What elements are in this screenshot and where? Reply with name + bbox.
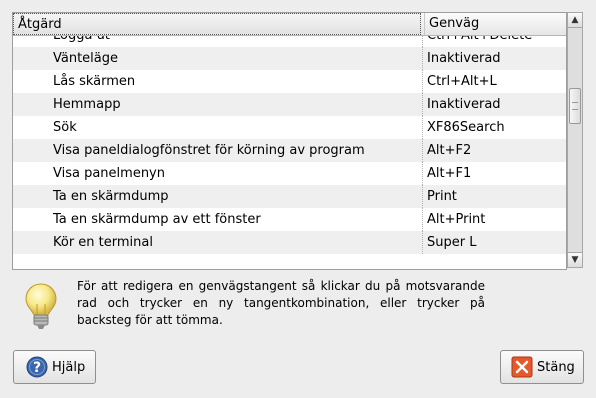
table-header: Åtgärd Genväg: [13, 13, 566, 36]
help-button-label: Hjälp: [52, 359, 86, 375]
row-action: Hemmapp: [53, 97, 121, 112]
row-action: Lås skärmen: [53, 74, 136, 89]
close-icon: [511, 356, 533, 378]
column-separator: [422, 70, 423, 93]
row-action: Vänteläge: [53, 51, 119, 66]
table-row[interactable]: Lås skärmen Ctrl+Alt+L: [13, 70, 566, 93]
scroll-up-icon[interactable]: ▲: [568, 13, 582, 28]
column-separator: [422, 116, 423, 139]
table-row[interactable]: Hemmapp Inaktiverad: [13, 93, 566, 116]
help-icon: ?: [26, 356, 48, 378]
table-row[interactable]: Visa paneldialogfönstret för körning av …: [13, 139, 566, 162]
row-action: Logga ut: [53, 36, 110, 47]
help-button[interactable]: ? Hjälp: [13, 350, 96, 384]
close-button[interactable]: Stäng: [500, 350, 584, 384]
column-separator: [422, 162, 423, 185]
hint-text: För att redigera en genvägstangent så kl…: [77, 279, 485, 327]
table-row[interactable]: Vänteläge Inaktiverad: [13, 47, 566, 70]
row-shortcut: Print: [427, 189, 457, 204]
row-shortcut: Inaktiverad: [427, 51, 501, 66]
column-separator: [422, 36, 423, 47]
lightbulb-icon: [24, 282, 58, 332]
shortcuts-table[interactable]: Åtgärd Genväg Logga utCtrl+Alt+DeleteVän…: [12, 12, 567, 270]
close-button-label: Stäng: [537, 359, 575, 375]
column-separator: [422, 185, 423, 208]
column-header-shortcut[interactable]: Genväg: [424, 13, 566, 35]
row-shortcut: Ctrl+Alt+L: [427, 74, 497, 89]
table-row[interactable]: Logga ut Ctrl+Alt+Delete: [13, 36, 566, 47]
scroll-down-icon[interactable]: ▼: [568, 252, 582, 267]
column-separator: [422, 93, 423, 116]
table-row[interactable]: Visa panelmenyn Alt+F1: [13, 162, 566, 185]
row-shortcut: Alt+F1: [427, 166, 472, 181]
column-separator: [422, 139, 423, 162]
column-separator: [422, 208, 423, 231]
column-separator: [422, 231, 423, 254]
row-action: Ta en skärmdump av ett fönster: [53, 212, 261, 227]
table-row[interactable]: Kör en terminal Super L: [13, 231, 566, 254]
row-shortcut: Inaktiverad: [427, 97, 501, 112]
vertical-scrollbar[interactable]: ▲ ▼: [567, 12, 583, 268]
column-header-action[interactable]: Åtgärd: [13, 13, 421, 35]
row-shortcut: Ctrl+Alt+Delete: [427, 36, 532, 47]
row-shortcut: Alt+F2: [427, 143, 472, 158]
svg-text:?: ?: [33, 360, 41, 376]
table-row[interactable]: Ta en skärmdump av ett fönster Alt+Print: [13, 208, 566, 231]
row-action: Kör en terminal: [53, 235, 153, 250]
row-action: Ta en skärmdump: [53, 189, 169, 204]
row-shortcut: XF86Search: [427, 120, 505, 135]
scroll-thumb[interactable]: [569, 88, 581, 124]
row-shortcut: Alt+Print: [427, 212, 486, 227]
row-shortcut: Super L: [427, 235, 477, 250]
column-separator: [422, 47, 423, 70]
table-row[interactable]: Ta en skärmdump Print: [13, 185, 566, 208]
row-action: Visa panelmenyn: [53, 166, 165, 181]
table-row[interactable]: Sök XF86Search: [13, 116, 566, 139]
row-action: Sök: [53, 120, 77, 135]
table-body: Logga ut Ctrl+Alt+Delete Vänteläge Inaktive…: [13, 36, 566, 269]
row-action: Visa paneldialogfönstret för körning av …: [53, 143, 365, 158]
